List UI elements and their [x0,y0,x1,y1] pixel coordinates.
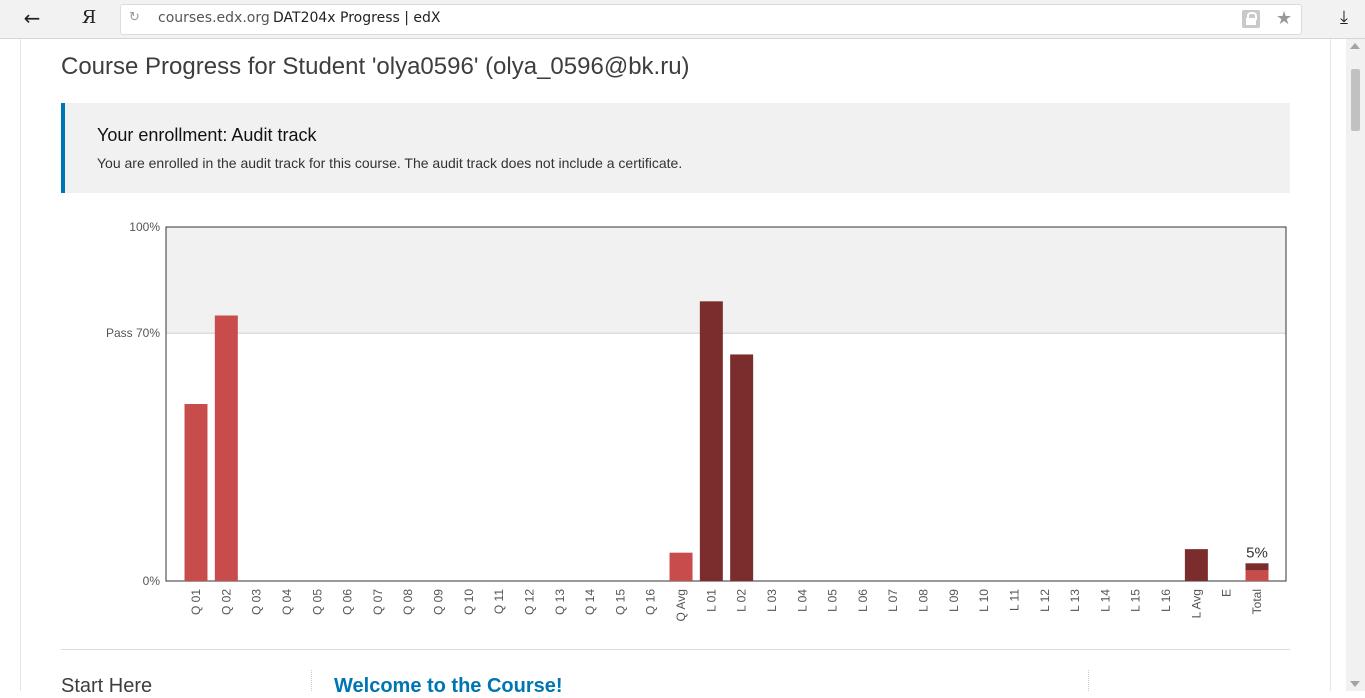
column-separator [1088,670,1090,691]
arrow-left-icon[interactable]: ← [20,7,44,29]
enrollment-text: You are enrolled in the audit track for … [97,155,683,171]
scroll-up-icon[interactable] [1350,43,1360,49]
page-title: Course Progress for Student 'olya0596' (… [61,53,690,80]
vertical-scrollbar[interactable] [1346,39,1365,691]
address-domain: courses.edx.org [158,10,270,26]
star-icon[interactable]: ★ [1276,8,1292,29]
tab-title: DAT204x Progress | edX [273,10,441,26]
section-heading: Start Here [61,675,153,697]
enrollment-notice: Your enrollment: Audit track You are enr… [61,103,1290,193]
welcome-link[interactable]: Welcome to the Course! [334,675,563,698]
reload-icon[interactable]: ↻ [129,10,140,25]
scroll-thumb[interactable] [1351,69,1360,131]
scroll-down-icon[interactable] [1350,681,1360,687]
download-icon[interactable]: ⤓ [1333,6,1355,30]
section-divider [61,649,1290,650]
yandex-logo[interactable]: Я [79,7,99,29]
address-bar[interactable]: ↻ courses.edx.org DAT204x Progress | edX… [120,4,1302,35]
lock-icon[interactable] [1242,10,1260,28]
browser-toolbar: ← Я ↻ courses.edx.org DAT204x Progress |… [0,0,1365,39]
enrollment-title: Your enrollment: Audit track [97,125,317,145]
column-separator [311,670,313,691]
